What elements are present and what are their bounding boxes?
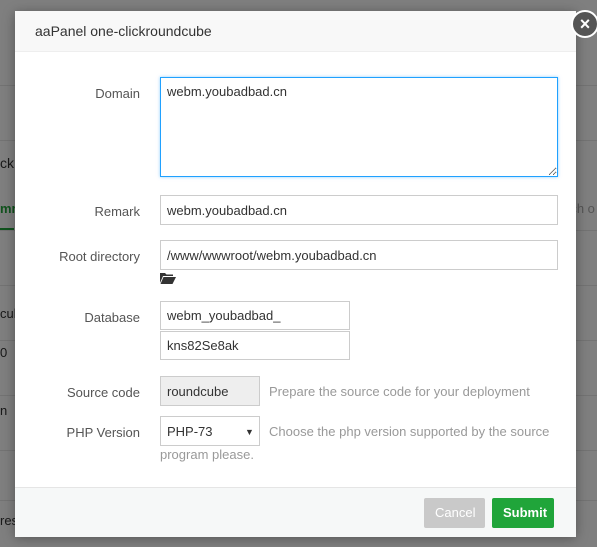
remark-label: Remark (94, 204, 140, 219)
database-label: Database (84, 310, 140, 325)
source-code-input (160, 376, 260, 406)
php-version-hint-line2: program please. (160, 447, 254, 462)
remark-input[interactable] (160, 195, 558, 225)
source-code-label: Source code (67, 385, 140, 400)
close-button[interactable]: × (571, 10, 597, 38)
cancel-button[interactable]: Cancel (424, 498, 485, 528)
source-code-hint: Prepare the source code for your deploym… (269, 384, 530, 399)
database-name-input[interactable] (160, 301, 350, 330)
domain-label: Domain (95, 86, 140, 101)
php-version-select[interactable]: PHP-73 (160, 416, 260, 446)
root-directory-label: Root directory (59, 249, 140, 264)
domain-textarea[interactable]: webm.youbadbad.cn (160, 77, 558, 177)
submit-button[interactable]: Submit (492, 498, 554, 528)
add-roundcube-dialog: aaPanel one-clickroundcube × Domain webm… (15, 10, 597, 537)
dialog-title: aaPanel one-clickroundcube (15, 11, 576, 52)
php-version-label: PHP Version (66, 425, 140, 440)
dialog-footer: Cancel Submit (15, 487, 576, 537)
close-icon: × (579, 14, 591, 34)
php-version-hint-line1: Choose the php version supported by the … (269, 424, 550, 439)
root-directory-input[interactable] (160, 240, 558, 270)
database-password-input[interactable] (160, 331, 350, 360)
folder-open-icon[interactable] (160, 272, 176, 284)
